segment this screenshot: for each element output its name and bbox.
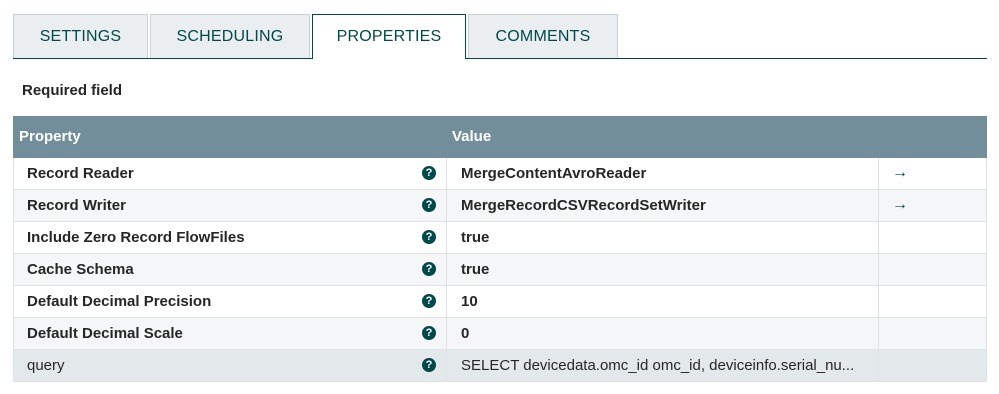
column-header-value[interactable]: Value	[452, 128, 491, 145]
help-icon[interactable]: ?	[422, 326, 436, 340]
property-name: Default Decimal Precision	[27, 293, 212, 310]
table-row[interactable]: Record Reader ? MergeContentAvroReader →	[13, 158, 987, 190]
property-name: Record Reader	[27, 165, 134, 182]
action-cell: →	[879, 158, 986, 189]
value-cell[interactable]: true	[447, 254, 879, 285]
table-row[interactable]: Include Zero Record FlowFiles ? true	[13, 222, 987, 254]
column-header-property[interactable]: Property	[19, 128, 81, 145]
property-cell: Record Reader ?	[14, 158, 447, 189]
action-cell	[879, 318, 986, 349]
table-row[interactable]: query ? SELECT devicedata.omc_id omc_id,…	[13, 350, 987, 382]
tab-settings[interactable]: SETTINGS	[13, 14, 148, 58]
table-row[interactable]: Record Writer ? MergeRecordCSVRecordSetW…	[13, 190, 987, 222]
go-to-arrow-icon[interactable]: →	[892, 164, 908, 182]
help-icon[interactable]: ?	[422, 262, 436, 276]
property-value: SELECT devicedata.omc_id omc_id, devicei…	[461, 357, 855, 374]
tab-comments[interactable]: COMMENTS	[468, 14, 618, 58]
value-cell[interactable]: 10	[447, 286, 879, 317]
property-cell: Record Writer ?	[14, 190, 447, 221]
table-row[interactable]: Default Decimal Precision ? 10	[13, 286, 987, 318]
property-name: query	[27, 357, 65, 374]
action-cell: →	[879, 190, 986, 221]
property-value: MergeRecordCSVRecordSetWriter	[461, 197, 706, 214]
action-cell	[879, 350, 986, 381]
property-name: Include Zero Record FlowFiles	[27, 229, 245, 246]
property-name: Record Writer	[27, 197, 126, 214]
value-cell[interactable]: 0	[447, 318, 879, 349]
table-header: Property Value	[13, 116, 987, 158]
property-cell: Include Zero Record FlowFiles ?	[14, 222, 447, 253]
property-value: 0	[461, 325, 470, 342]
property-value: true	[461, 261, 490, 278]
property-value: true	[461, 229, 490, 246]
value-cell[interactable]: SELECT devicedata.omc_id omc_id, devicei…	[447, 350, 879, 381]
property-cell: Cache Schema ?	[14, 254, 447, 285]
help-icon[interactable]: ?	[422, 230, 436, 244]
property-cell: Default Decimal Precision ?	[14, 286, 447, 317]
property-name: Default Decimal Scale	[27, 325, 183, 342]
help-icon[interactable]: ?	[422, 358, 436, 372]
table-row[interactable]: Default Decimal Scale ? 0	[13, 318, 987, 350]
tab-underline	[13, 58, 987, 59]
property-name: Cache Schema	[27, 261, 134, 278]
action-cell	[879, 222, 986, 253]
required-field-label: Required field	[22, 82, 123, 99]
tab-scheduling[interactable]: SCHEDULING	[150, 14, 310, 58]
help-icon[interactable]: ?	[422, 294, 436, 308]
tab-bar: SETTINGS SCHEDULING PROPERTIES COMMENTS	[13, 14, 987, 59]
property-cell: query ?	[14, 350, 447, 381]
help-icon[interactable]: ?	[422, 198, 436, 212]
property-value: MergeContentAvroReader	[461, 165, 647, 182]
property-value: 10	[461, 293, 478, 310]
properties-table: Property Value Record Reader ? MergeCont…	[13, 116, 987, 382]
value-cell[interactable]: MergeRecordCSVRecordSetWriter	[447, 190, 879, 221]
value-cell[interactable]: MergeContentAvroReader	[447, 158, 879, 189]
action-cell	[879, 254, 986, 285]
action-cell	[879, 286, 986, 317]
tab-properties[interactable]: PROPERTIES	[312, 14, 466, 59]
value-cell[interactable]: true	[447, 222, 879, 253]
table-row[interactable]: Cache Schema ? true	[13, 254, 987, 286]
help-icon[interactable]: ?	[422, 166, 436, 180]
property-cell: Default Decimal Scale ?	[14, 318, 447, 349]
go-to-arrow-icon[interactable]: →	[892, 196, 908, 214]
